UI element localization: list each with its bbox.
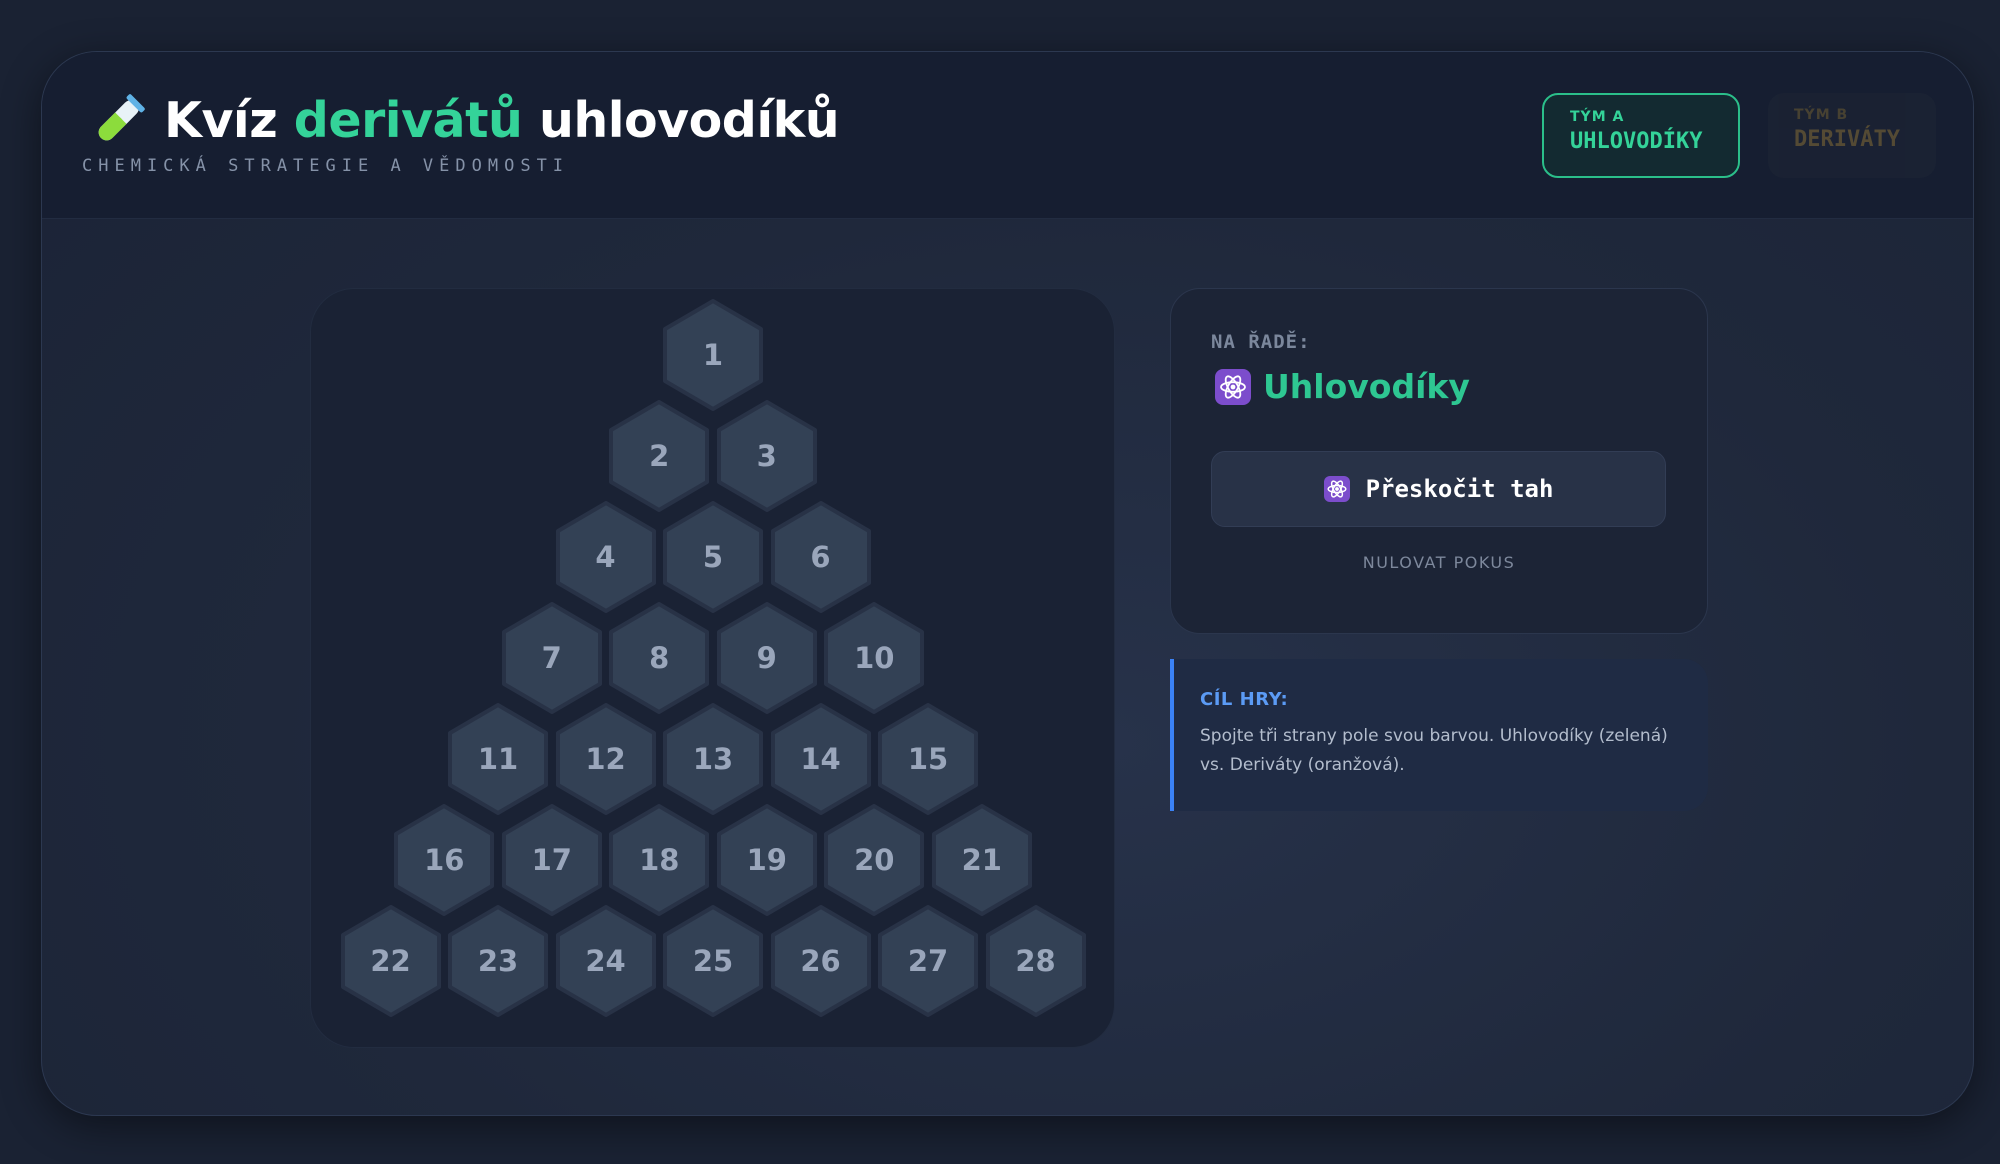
header: Kvíz derivátů uhlovodíků CHEMICKÁ STRATE… <box>42 52 1973 219</box>
team-b-label: TÝM B <box>1794 107 1849 123</box>
hex-cell-number: 22 <box>370 944 411 978</box>
goal-box: CÍL HRY: Spojte tři strany pole svou bar… <box>1170 659 1708 811</box>
hex-cell[interactable]: 17 <box>499 804 605 916</box>
hex-cell-number: 2 <box>649 439 670 473</box>
hex-cell[interactable]: 28 <box>983 905 1089 1017</box>
hex-cell[interactable]: 5 <box>660 501 766 613</box>
hex-cell-number: 5 <box>702 540 724 574</box>
hex-cell-number: 13 <box>692 742 734 776</box>
hex-cell[interactable]: 11 <box>445 703 551 815</box>
hex-board: 1 2 3 4 5 6 7 8 9 10 11 12 13 14 15 16 17 18 19 20 21 22 23 24 2… <box>310 288 1115 1048</box>
hex-cell-number: 8 <box>649 641 670 675</box>
team-b-name: DERIVÁTY <box>1794 127 1900 152</box>
hex-cell[interactable]: 26 <box>768 905 874 1017</box>
hex-cell-number: 7 <box>541 641 562 675</box>
reset-attempt-link[interactable]: NULOVAT POKUS <box>1171 553 1707 572</box>
hex-cell[interactable]: 3 <box>714 400 820 512</box>
hex-cell-number: 12 <box>585 742 626 776</box>
hex-cell[interactable]: 8 <box>606 602 712 714</box>
page-subtitle: CHEMICKÁ STRATEGIE A VĚDOMOSTI <box>82 156 570 176</box>
team-a-badge[interactable]: TÝM A UHLOVODÍKY <box>1542 93 1740 178</box>
hex-cell[interactable]: 16 <box>391 804 497 916</box>
hex-cell-number: 9 <box>756 641 777 675</box>
hex-cell-number: 6 <box>810 540 831 574</box>
hex-cell[interactable]: 7 <box>499 602 605 714</box>
title-accent: derivátů <box>293 92 523 149</box>
atom-icon <box>1215 368 1251 405</box>
hex-cell[interactable]: 6 <box>768 501 874 613</box>
skip-turn-button[interactable]: Přeskočit tah <box>1211 451 1666 527</box>
hex-cell-number: 19 <box>746 843 787 877</box>
hex-cell[interactable]: 24 <box>553 905 659 1017</box>
hex-cell-number: 26 <box>800 944 841 978</box>
test-tube-icon <box>98 93 145 140</box>
current-team-name: Uhlovodíky <box>1263 367 1470 406</box>
hex-cell-number: 11 <box>477 742 519 776</box>
hex-cell[interactable]: 20 <box>821 804 927 916</box>
hex-cell[interactable]: 10 <box>821 602 927 714</box>
team-b-badge[interactable]: TÝM B DERIVÁTY <box>1768 93 1936 178</box>
hex-cell-number: 16 <box>424 843 465 877</box>
hex-cell[interactable]: 27 <box>875 905 981 1017</box>
hex-cell-number: 15 <box>907 742 949 776</box>
atom-icon <box>1323 476 1350 502</box>
current-team-row: Uhlovodíky <box>1215 367 1470 406</box>
hex-cell-number: 21 <box>961 843 1002 877</box>
hex-cell-number: 4 <box>595 540 616 574</box>
hex-cell[interactable]: 13 <box>660 703 766 815</box>
skip-turn-label: Přeskočit tah <box>1365 475 1554 503</box>
hex-cell-number: 28 <box>1015 944 1056 978</box>
hex-cell[interactable]: 15 <box>875 703 981 815</box>
hex-cell[interactable]: 2 <box>606 400 712 512</box>
turn-label: NA ŘADĚ: <box>1211 331 1311 353</box>
hex-cell[interactable]: 18 <box>606 804 712 916</box>
hex-cell[interactable]: 19 <box>714 804 820 916</box>
title-row: Kvíz derivátů uhlovodíků <box>90 92 840 149</box>
team-a-label: TÝM A <box>1570 109 1625 125</box>
turn-panel: NA ŘADĚ: Uhlovodíky Přeskočit tah NULOVA… <box>1170 288 1708 634</box>
hex-cell-number: 24 <box>585 944 626 978</box>
hex-cell-number: 25 <box>692 944 734 978</box>
hex-cell-number: 18 <box>639 843 680 877</box>
hex-cell[interactable]: 9 <box>714 602 820 714</box>
hex-cell-number: 10 <box>854 641 895 675</box>
page-title: Kvíz derivátů uhlovodíků <box>164 92 840 149</box>
hex-cell[interactable]: 4 <box>553 501 659 613</box>
goal-title: CÍL HRY: <box>1200 689 1289 710</box>
hex-cell[interactable]: 22 <box>338 905 444 1017</box>
hex-cell-number: 14 <box>800 742 841 776</box>
hex-cell[interactable]: 23 <box>445 905 551 1017</box>
hex-cell-number: 20 <box>854 843 895 877</box>
goal-text: Spojte tři strany pole svou barvou. Uhlo… <box>1200 726 1668 775</box>
app-window: Kvíz derivátů uhlovodíků CHEMICKÁ STRATE… <box>41 51 1974 1116</box>
hex-cell-number: 17 <box>531 843 572 877</box>
hex-cell-number: 1 <box>702 338 724 372</box>
hex-cell-number: 27 <box>907 944 949 978</box>
hex-cell[interactable]: 14 <box>768 703 874 815</box>
team-a-name: UHLOVODÍKY <box>1570 129 1703 154</box>
hex-cell[interactable]: 25 <box>660 905 766 1017</box>
hex-cell-number: 3 <box>756 439 777 473</box>
hex-cell[interactable]: 1 <box>660 299 766 411</box>
hex-cell[interactable]: 12 <box>553 703 659 815</box>
hex-cell-number: 23 <box>477 944 519 978</box>
hex-cell[interactable]: 21 <box>929 804 1035 916</box>
